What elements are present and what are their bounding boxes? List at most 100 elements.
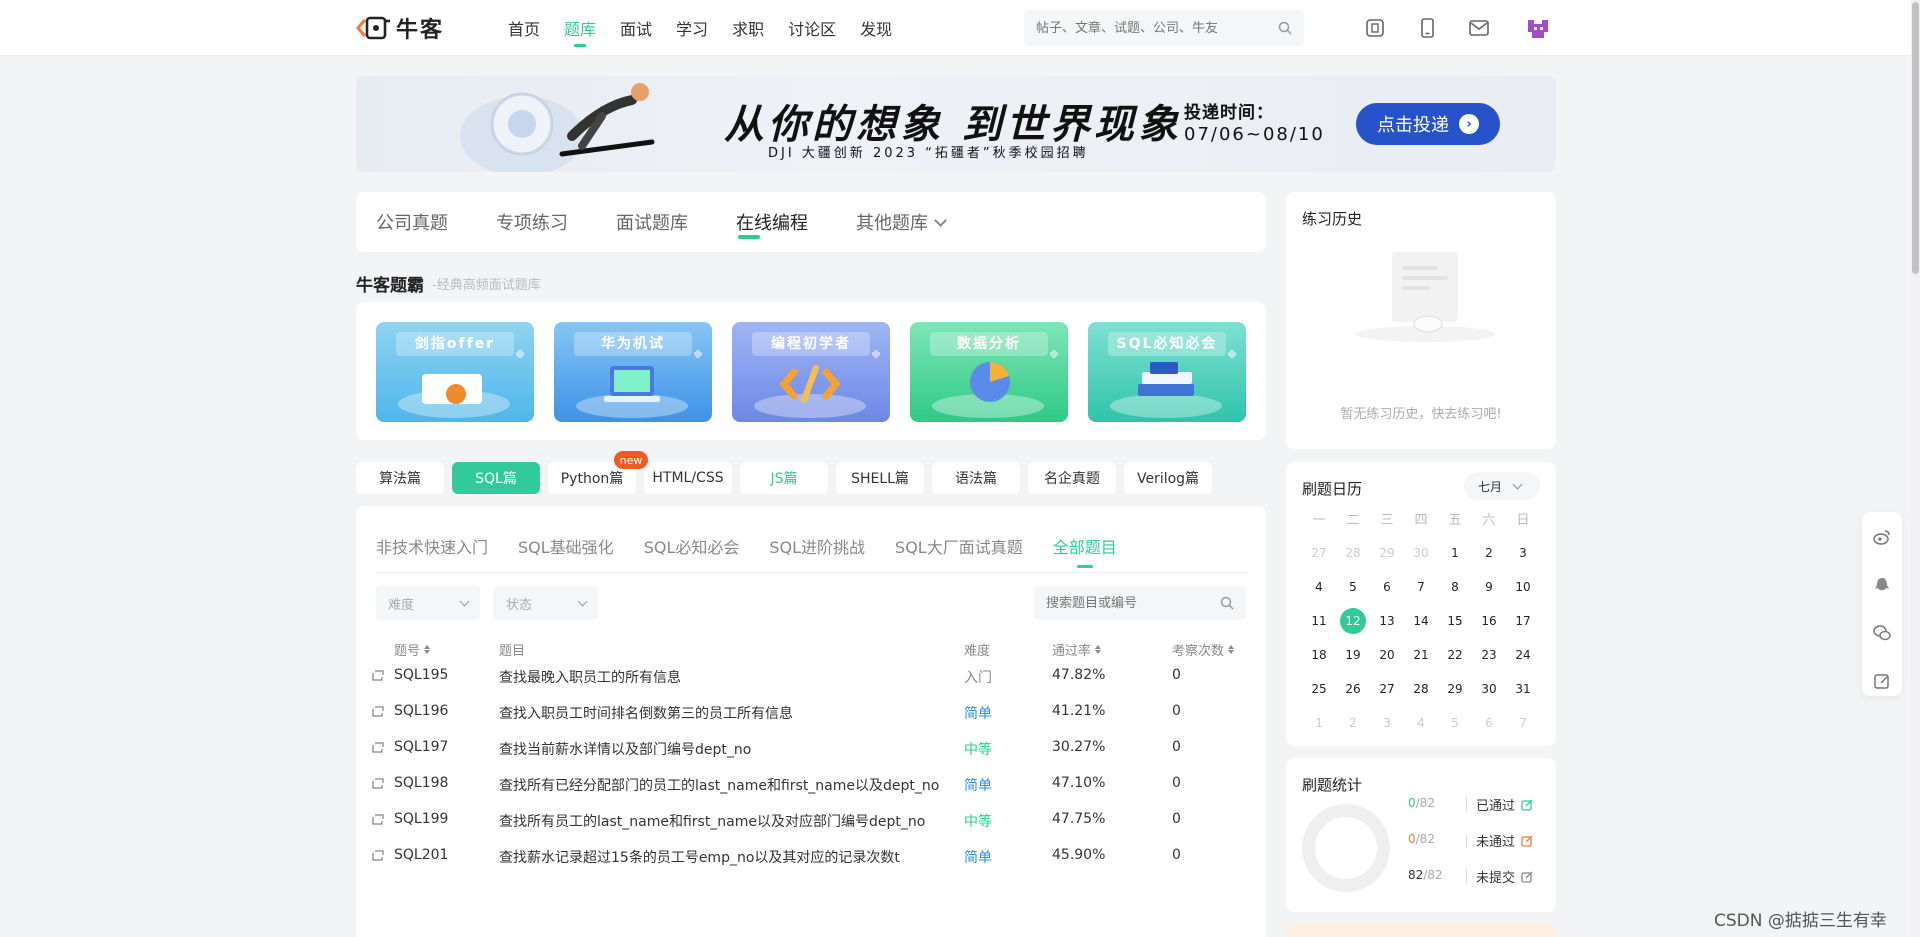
calendar-day[interactable]: 26 — [1340, 676, 1366, 702]
calendar-day[interactable]: 29 — [1374, 540, 1400, 566]
question-search[interactable] — [1034, 586, 1246, 620]
calendar-day[interactable]: 25 — [1306, 676, 1332, 702]
calendar-day[interactable]: 24 — [1510, 642, 1536, 668]
apply-button[interactable]: 点击投递 › — [1356, 103, 1500, 145]
global-search-input[interactable] — [1036, 20, 1278, 36]
calendar-day[interactable]: 19 — [1340, 642, 1366, 668]
tab-company-questions[interactable]: 公司真题 — [376, 209, 448, 235]
chip-shell[interactable]: SHELL篇 — [836, 462, 924, 494]
calendar-day[interactable]: 18 — [1306, 642, 1332, 668]
question-id[interactable]: SQL198 — [394, 775, 448, 791]
feedback-icon[interactable] — [1873, 672, 1891, 690]
tab-other-banks[interactable]: 其他题库 — [856, 209, 947, 235]
question-title[interactable]: 查找所有员工的last_name和first_name以及对应部门编号dept_… — [499, 811, 925, 831]
calendar-day[interactable]: 20 — [1374, 642, 1400, 668]
question-title[interactable]: 查找当前薪水详情以及部门编号dept_no — [499, 739, 751, 759]
topic-card-sql-must-know[interactable]: SQL必知必会 — [1088, 322, 1246, 422]
question-title[interactable]: 查找薪水记录超过15条的员工号emp_no以及其对应的记录次数t — [499, 847, 900, 867]
search-icon[interactable] — [1278, 21, 1292, 35]
calendar-day[interactable]: 2 — [1476, 540, 1502, 566]
calendar-day[interactable]: 6 — [1374, 574, 1400, 600]
search-icon[interactable] — [1220, 596, 1234, 610]
calendar-day[interactable]: 14 — [1408, 608, 1434, 634]
subtab-sql-advanced[interactable]: SQL进阶挑战 — [769, 534, 865, 558]
nowcoder-logo[interactable]: 牛客 — [356, 12, 444, 44]
avatar[interactable] — [1522, 12, 1554, 44]
calendar-day[interactable]: 4 — [1408, 710, 1434, 736]
calendar-day[interactable]: 5 — [1340, 574, 1366, 600]
qq-icon[interactable] — [1873, 576, 1891, 594]
chip-company-questions[interactable]: 名企真题 — [1028, 462, 1116, 494]
tab-interview-bank[interactable]: 面试题库 — [616, 209, 688, 235]
difficulty-filter[interactable]: 难度 — [376, 586, 480, 620]
question-search-input[interactable] — [1046, 595, 1220, 611]
calendar-day[interactable]: 16 — [1476, 608, 1502, 634]
table-row[interactable]: SQL201 查找薪水记录超过15条的员工号emp_no以及其对应的记录次数t 简单… — [356, 834, 1266, 878]
calendar-day-today[interactable]: 12 — [1340, 608, 1366, 634]
calendar-day[interactable]: 13 — [1374, 608, 1400, 634]
subtab-nontech-intro[interactable]: 非技术快速入门 — [376, 534, 488, 558]
calendar-day[interactable]: 8 — [1442, 574, 1468, 600]
stat-label[interactable]: 未通过 — [1476, 831, 1533, 850]
tab-online-coding[interactable]: 在线编程 — [736, 209, 808, 239]
subtab-sql-basics[interactable]: SQL基础强化 — [518, 534, 614, 558]
nav-jobs[interactable]: 求职 — [732, 16, 764, 40]
stat-label[interactable]: 已通过 — [1476, 795, 1533, 814]
topic-card-jianzhi-offer[interactable]: 剑指offer — [376, 322, 534, 422]
question-id[interactable]: SQL199 — [394, 811, 448, 827]
status-filter[interactable]: 状态 — [494, 586, 598, 620]
calendar-day[interactable]: 27 — [1374, 676, 1400, 702]
calendar-day[interactable]: 3 — [1374, 710, 1400, 736]
calendar-day[interactable]: 2 — [1340, 710, 1366, 736]
calendar-day[interactable]: 28 — [1408, 676, 1434, 702]
chip-html-css[interactable]: HTML/CSS — [644, 462, 732, 494]
subtab-sql-interview[interactable]: SQL大厂面试真题 — [895, 534, 1023, 558]
calendar-day[interactable]: 29 — [1442, 676, 1468, 702]
mail-icon[interactable] — [1468, 17, 1490, 39]
calendar-day[interactable]: 30 — [1476, 676, 1502, 702]
chip-sql[interactable]: SQL篇 — [452, 462, 540, 494]
chip-syntax[interactable]: 语法篇 — [932, 462, 1020, 494]
scan-icon[interactable] — [1364, 17, 1386, 39]
topic-card-data-analysis[interactable]: 数据分析 — [910, 322, 1068, 422]
month-select[interactable]: 七月 — [1464, 472, 1540, 500]
nav-question-bank[interactable]: 题库 — [564, 16, 596, 47]
calendar-day[interactable]: 6 — [1476, 710, 1502, 736]
chip-verilog[interactable]: Verilog篇 — [1124, 462, 1212, 494]
calendar-day[interactable]: 7 — [1408, 574, 1434, 600]
calendar-day[interactable]: 5 — [1442, 710, 1468, 736]
question-id[interactable]: SQL197 — [394, 739, 448, 755]
calendar-day[interactable]: 7 — [1510, 710, 1536, 736]
topic-card-huawei[interactable]: 华为机试 — [554, 322, 712, 422]
calendar-day[interactable]: 23 — [1476, 642, 1502, 668]
stat-label[interactable]: 未提交 — [1476, 867, 1533, 886]
question-title[interactable]: 查找最晚入职员工的所有信息 — [499, 667, 681, 687]
nav-study[interactable]: 学习 — [676, 16, 708, 40]
calendar-day[interactable]: 31 — [1510, 676, 1536, 702]
calendar-day[interactable]: 4 — [1306, 574, 1332, 600]
chip-algorithm[interactable]: 算法篇 — [356, 462, 444, 494]
nav-interview[interactable]: 面试 — [620, 16, 652, 40]
question-id[interactable]: SQL196 — [394, 703, 448, 719]
calendar-day[interactable]: 3 — [1510, 540, 1536, 566]
topic-card-beginner[interactable]: 编程初学者 — [732, 322, 890, 422]
calendar-day[interactable]: 1 — [1306, 710, 1332, 736]
calendar-day[interactable]: 30 — [1408, 540, 1434, 566]
calendar-day[interactable]: 28 — [1340, 540, 1366, 566]
promo-banner[interactable]: 从你的想象 到世界现象 DJI 大疆创新 2023 “拓疆者”秋季校园招聘 投递… — [356, 76, 1556, 172]
global-search[interactable] — [1024, 10, 1304, 46]
calendar-day[interactable]: 1 — [1442, 540, 1468, 566]
question-id[interactable]: SQL201 — [394, 847, 448, 863]
calendar-day[interactable]: 27 — [1306, 540, 1332, 566]
calendar-day[interactable]: 15 — [1442, 608, 1468, 634]
subtab-sql-must-know[interactable]: SQL必知必会 — [644, 534, 740, 558]
calendar-day[interactable]: 22 — [1442, 642, 1468, 668]
page-scrollbar-thumb[interactable] — [1912, 2, 1919, 274]
tab-topic-practice[interactable]: 专项练习 — [496, 209, 568, 235]
question-title[interactable]: 查找所有已经分配部门的员工的last_name和first_name以及dept… — [499, 775, 939, 795]
subtab-all[interactable]: 全部题目 — [1053, 534, 1117, 568]
nav-discover[interactable]: 发现 — [860, 16, 892, 40]
mobile-icon[interactable] — [1416, 17, 1438, 39]
chip-js[interactable]: JS篇 — [740, 462, 828, 494]
nav-discuss[interactable]: 讨论区 — [788, 16, 836, 40]
